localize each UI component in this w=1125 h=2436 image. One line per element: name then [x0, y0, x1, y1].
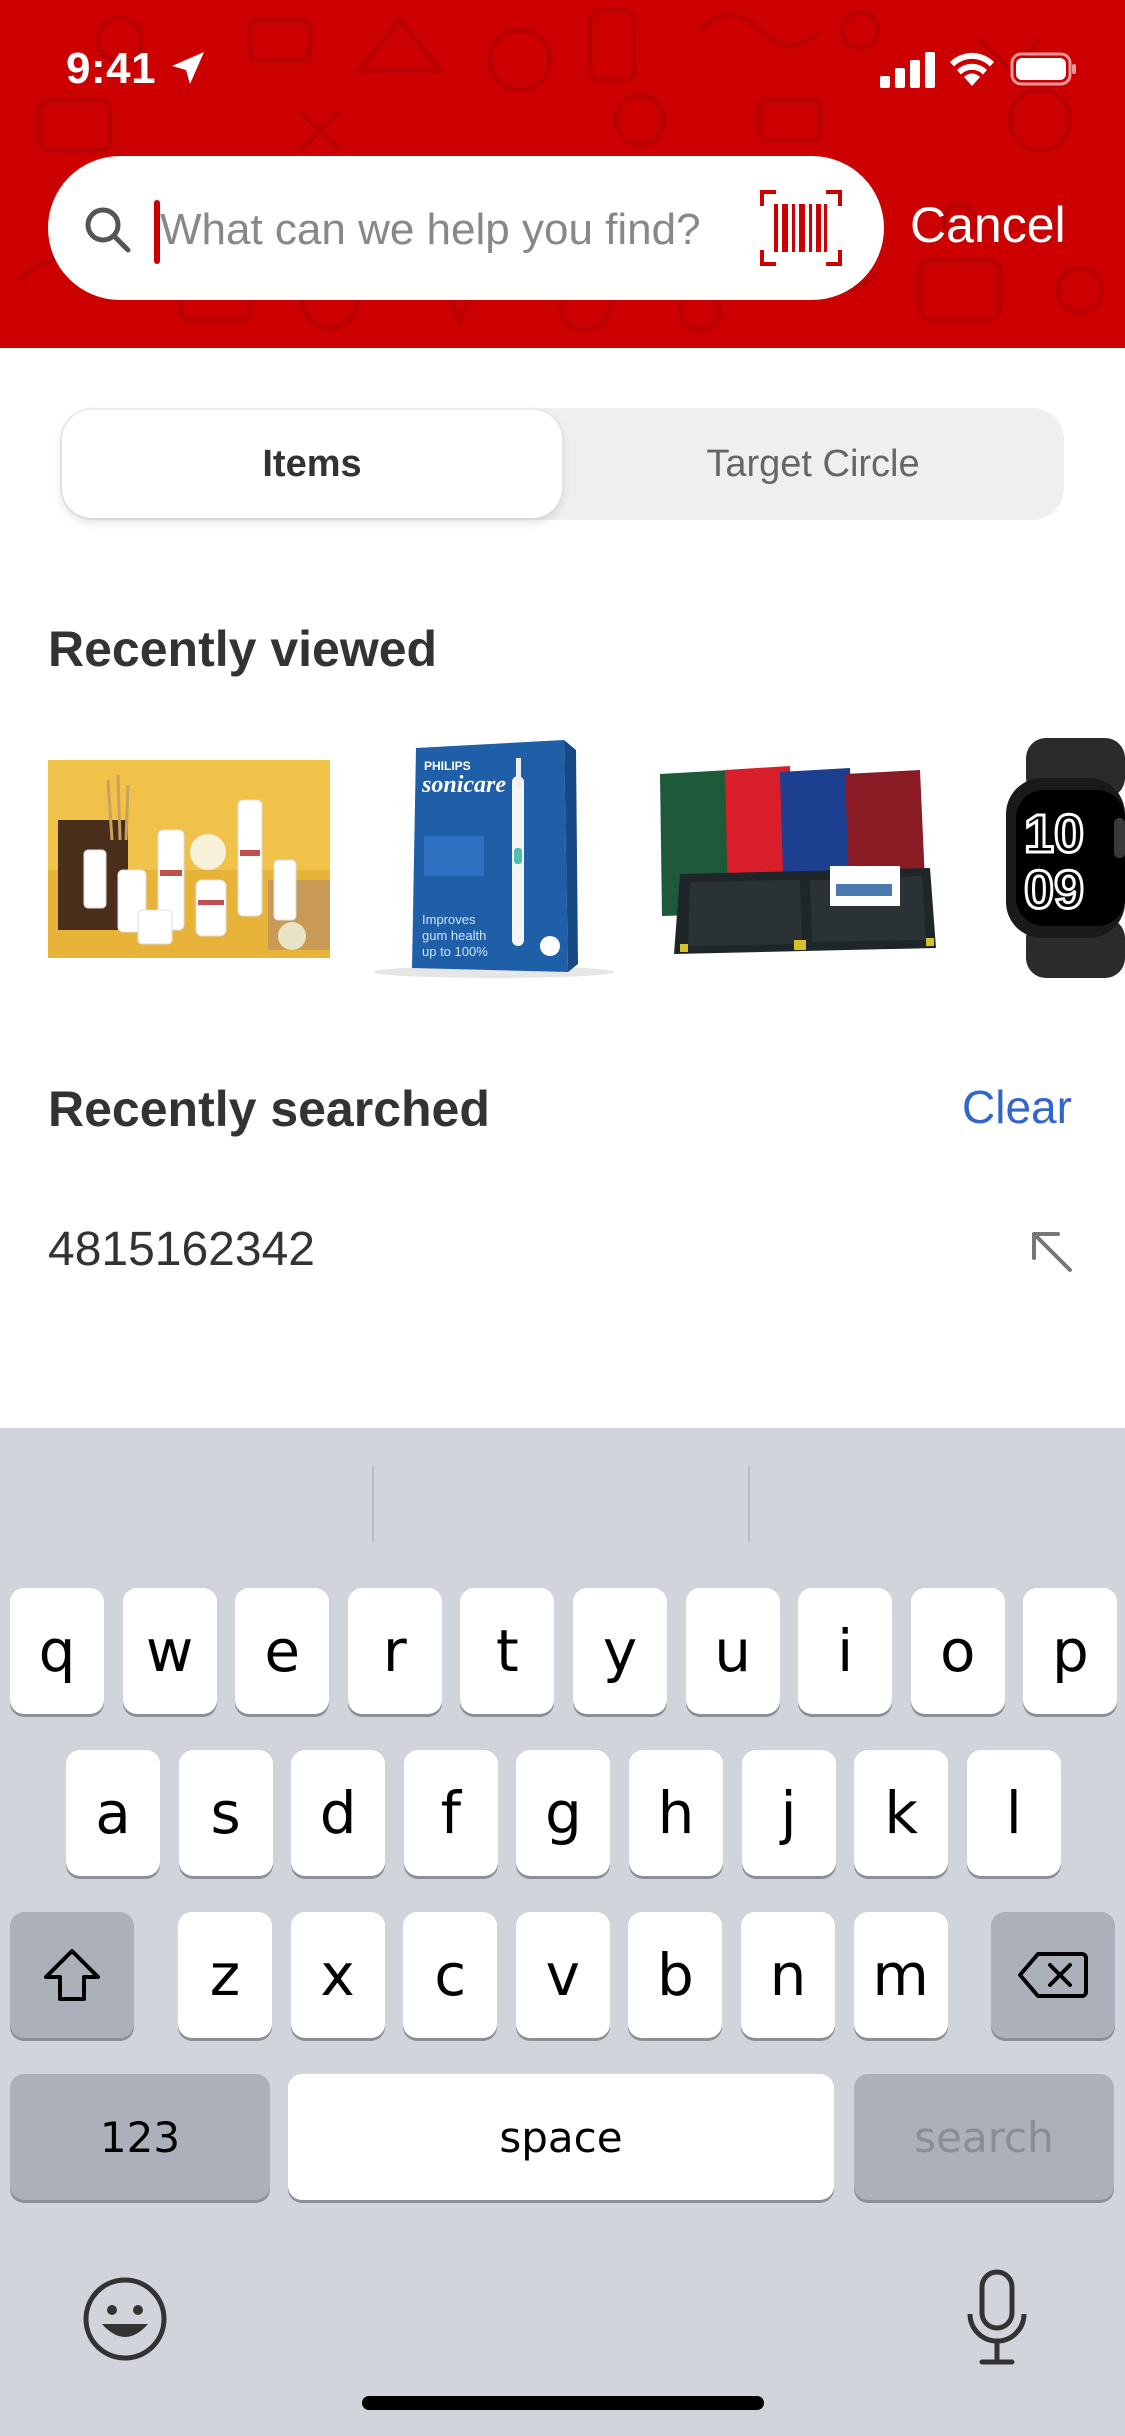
shift-key[interactable]	[10, 1912, 134, 2038]
key-b[interactable]: b	[628, 1912, 723, 2038]
fill-search-arrow-icon[interactable]	[1026, 1226, 1076, 1276]
microphone-icon[interactable]	[962, 2268, 1032, 2368]
box-brand: PHILIPS	[424, 759, 471, 773]
search-input[interactable]	[160, 192, 760, 268]
header-bar: 9:41 What can we help you find? Cancel	[0, 0, 1125, 348]
box-claim-3: up to 100%	[422, 944, 488, 959]
key-g[interactable]: g	[516, 1750, 611, 1876]
sonicare-product-image: PHILIPS sonicare Improves gum health up …	[374, 740, 614, 978]
key-o[interactable]: o	[910, 1588, 1005, 1714]
location-arrow-icon	[172, 52, 204, 84]
key-n[interactable]: n	[741, 1912, 835, 2038]
key-x[interactable]: x	[290, 1912, 385, 2038]
recently-searched-title: Recently searched	[48, 1081, 490, 1137]
folders-product-image	[660, 766, 936, 954]
cancel-button[interactable]: Cancel	[910, 196, 1066, 254]
watch-hour: 10	[1024, 804, 1084, 864]
search-bar[interactable]	[48, 156, 884, 300]
key-f[interactable]: f	[403, 1750, 498, 1876]
box-claim-2: gum health	[422, 928, 486, 943]
box-claim-1: Improves	[422, 912, 476, 927]
key-z[interactable]: z	[178, 1912, 272, 2038]
search-key[interactable]: search	[854, 2074, 1114, 2200]
tab-items[interactable]: Items	[62, 410, 562, 518]
key-r[interactable]: r	[347, 1588, 442, 1714]
key-t[interactable]: t	[460, 1588, 555, 1714]
key-k[interactable]: k	[854, 1750, 949, 1876]
shift-icon	[44, 1949, 100, 2001]
key-s[interactable]: s	[178, 1750, 273, 1876]
delete-key[interactable]	[991, 1912, 1115, 2038]
barcode-scan-icon[interactable]	[760, 190, 842, 266]
battery-icon	[1010, 52, 1076, 86]
search-icon	[85, 207, 131, 253]
key-w[interactable]: w	[122, 1588, 217, 1714]
key-q[interactable]: q	[10, 1588, 104, 1714]
numbers-key[interactable]: 123	[10, 2074, 270, 2200]
key-c[interactable]: c	[403, 1912, 498, 2038]
space-key-label: space	[499, 2112, 623, 2162]
smartwatch-product-image: 10 09	[1006, 738, 1125, 978]
key-a[interactable]: a	[66, 1750, 160, 1876]
backspace-icon	[1018, 1952, 1088, 1998]
key-d[interactable]: d	[291, 1750, 386, 1876]
tab-target-circle[interactable]: Target Circle	[562, 408, 1064, 520]
key-m[interactable]: m	[853, 1912, 948, 2038]
key-u[interactable]: u	[685, 1588, 780, 1714]
numbers-key-label: 123	[99, 2112, 181, 2162]
search-key-label: search	[914, 2112, 1054, 2162]
thumb-presentation-folders[interactable]	[650, 764, 950, 960]
suggestion-divider	[372, 1466, 374, 1542]
clear-history-button[interactable]: Clear	[962, 1080, 1072, 1134]
thumb-smartwatch[interactable]: 10 09	[996, 738, 1125, 978]
thumb-skincare-products[interactable]	[48, 760, 330, 958]
emoji-icon[interactable]	[82, 2276, 168, 2362]
key-j[interactable]: j	[741, 1750, 836, 1876]
key-i[interactable]: i	[798, 1588, 893, 1714]
thumb-philips-sonicare[interactable]: PHILIPS sonicare Improves gum health up …	[364, 736, 626, 980]
key-e[interactable]: e	[235, 1588, 330, 1714]
key-v[interactable]: v	[515, 1912, 610, 2038]
recently-viewed-title: Recently viewed	[48, 621, 438, 677]
status-time: 9:41	[66, 44, 157, 93]
key-y[interactable]: y	[573, 1588, 667, 1714]
wifi-icon	[950, 52, 994, 86]
skincare-product-image	[48, 760, 330, 958]
cellular-signal-icon	[880, 52, 935, 88]
search-scope-toggle: Items Target Circle	[60, 408, 1064, 520]
key-h[interactable]: h	[629, 1750, 723, 1876]
space-key[interactable]: space	[288, 2074, 834, 2200]
search-screen: 9:41 What can we help you find? Cancel I…	[0, 0, 1125, 2436]
key-l[interactable]: l	[966, 1750, 1061, 1876]
home-indicator	[362, 2396, 764, 2410]
suggestion-divider	[748, 1466, 750, 1542]
watch-minute: 09	[1024, 860, 1084, 920]
box-product: sonicare	[421, 772, 506, 798]
recent-search-item[interactable]: 4815162342	[48, 1222, 315, 1277]
key-p[interactable]: p	[1023, 1588, 1118, 1714]
